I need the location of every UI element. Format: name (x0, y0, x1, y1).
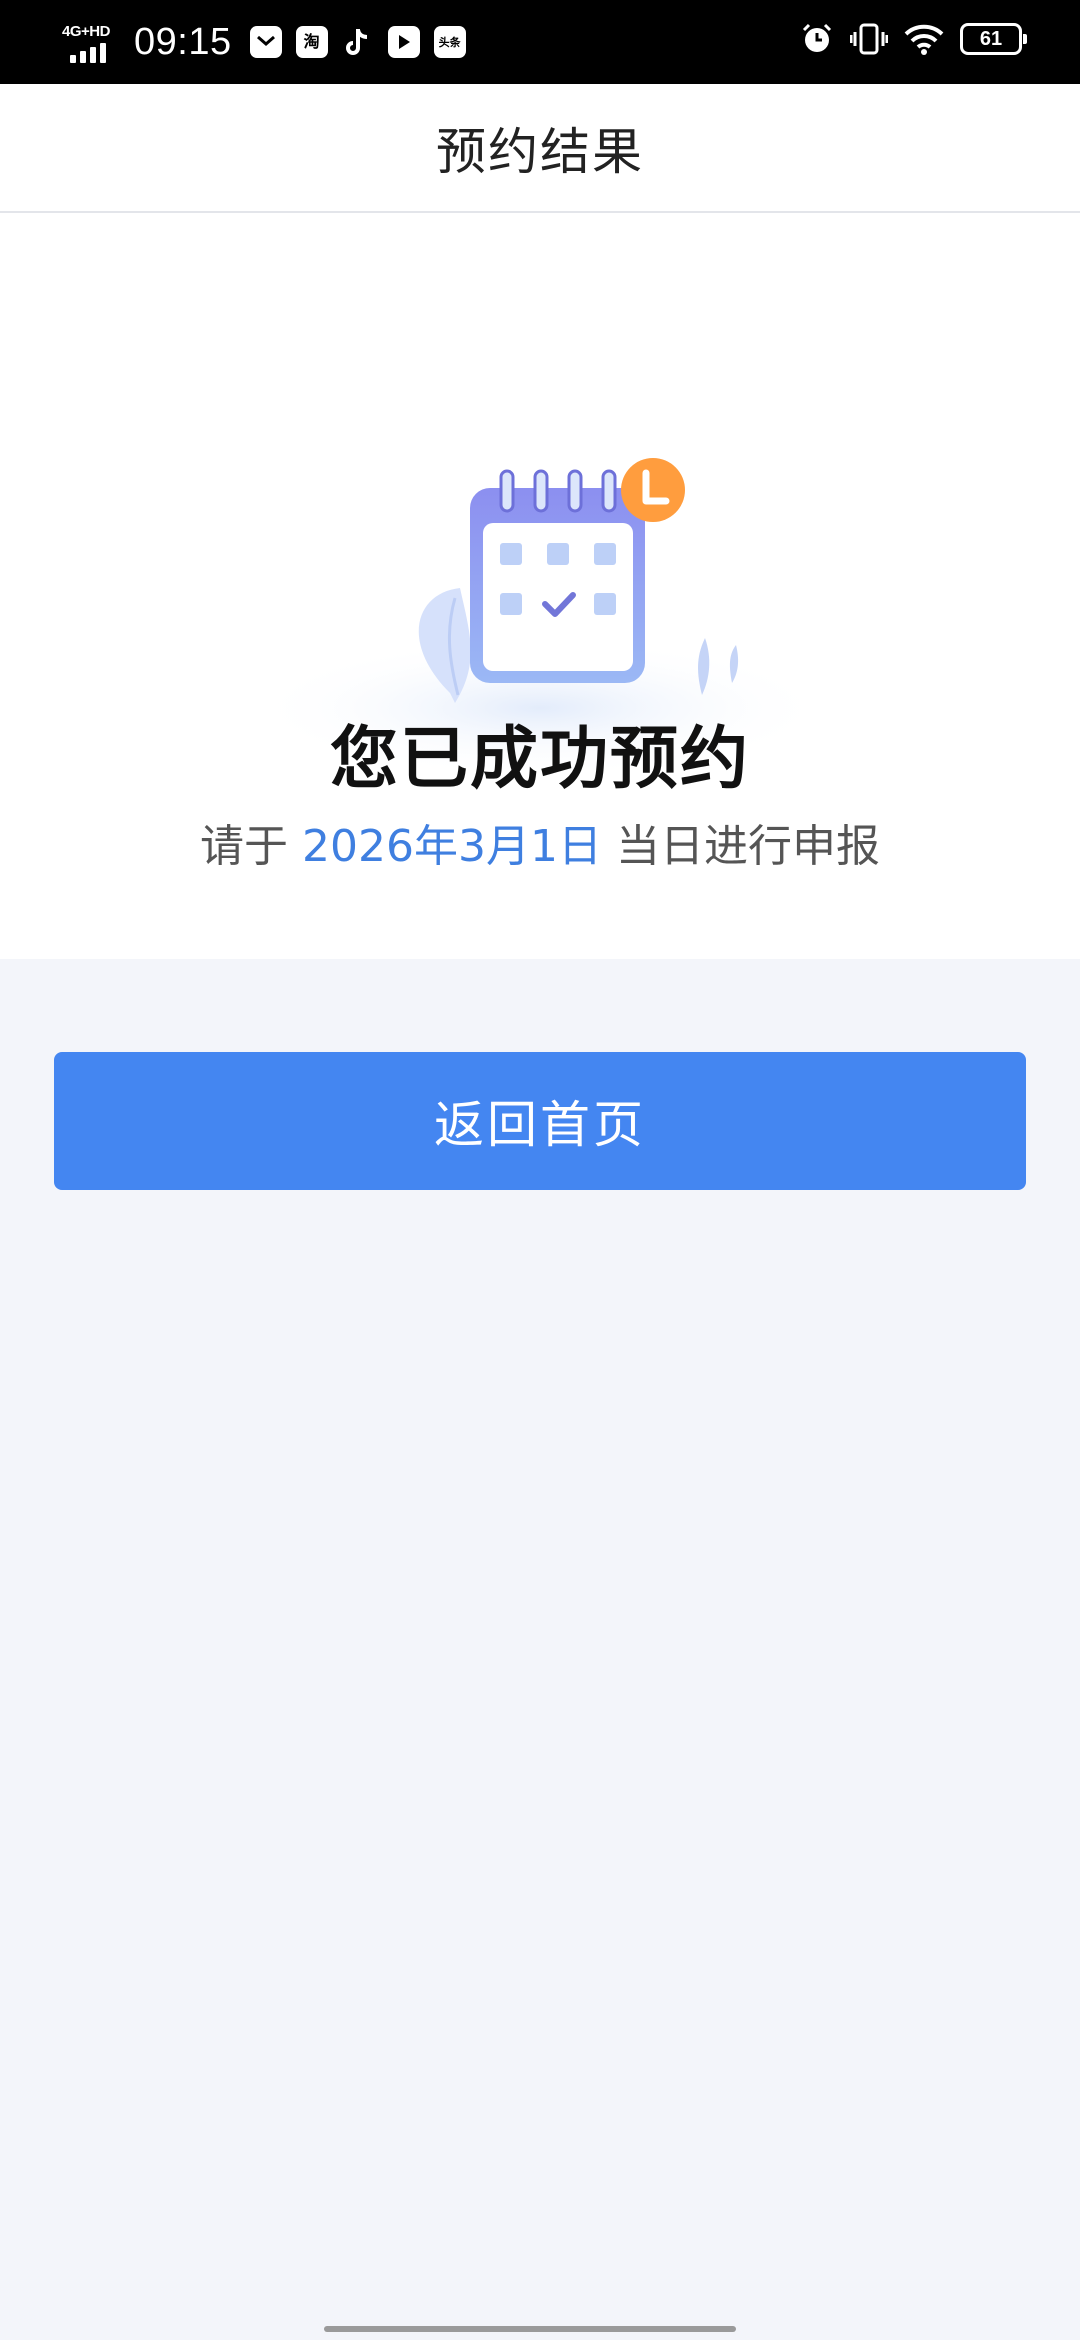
appointment-date: 2026年3月1日 (302, 821, 602, 872)
instruction-suffix: 当日进行申报 (615, 821, 880, 872)
network-label: 4G+HD (62, 23, 110, 40)
signal-icon (70, 43, 106, 63)
wifi-icon (904, 24, 944, 55)
alarm-icon (802, 23, 832, 52)
screen: 4G+HD 09:15 淘 头条 61 预约结果 您已成功预约 请于 2026年… (0, 0, 1080, 2340)
instruction-prefix: 请于 (200, 821, 289, 872)
status-right: 61 (800, 22, 1027, 56)
tiktok-icon (342, 26, 374, 58)
toutiao-icon: 头条 (433, 26, 466, 58)
battery-indicator: 61 (960, 23, 1027, 55)
status-time: 09:15 (134, 21, 232, 63)
success-title: 您已成功预约 (329, 720, 750, 799)
taobao-icon: 淘 (295, 26, 328, 58)
nav-header: 预约结果 (0, 84, 1080, 213)
vibrate-icon (850, 23, 888, 55)
return-home-button[interactable]: 返回首页 (54, 1052, 1026, 1190)
video-icon (387, 26, 420, 58)
mail-icon (249, 26, 282, 58)
status-bar: 4G+HD 09:15 淘 头条 61 (0, 0, 1080, 84)
page-title: 预约结果 (436, 122, 644, 181)
appointment-instruction: 请于 2026年3月1日 当日进行申报 (0, 810, 1080, 874)
home-indicator[interactable] (324, 2326, 736, 2332)
status-left: 4G+HD 09:15 淘 头条 (62, 14, 480, 70)
result-card: 您已成功预约 请于 2026年3月1日 当日进行申报 (0, 213, 1080, 959)
network-indicator: 4G+HD (62, 17, 124, 67)
